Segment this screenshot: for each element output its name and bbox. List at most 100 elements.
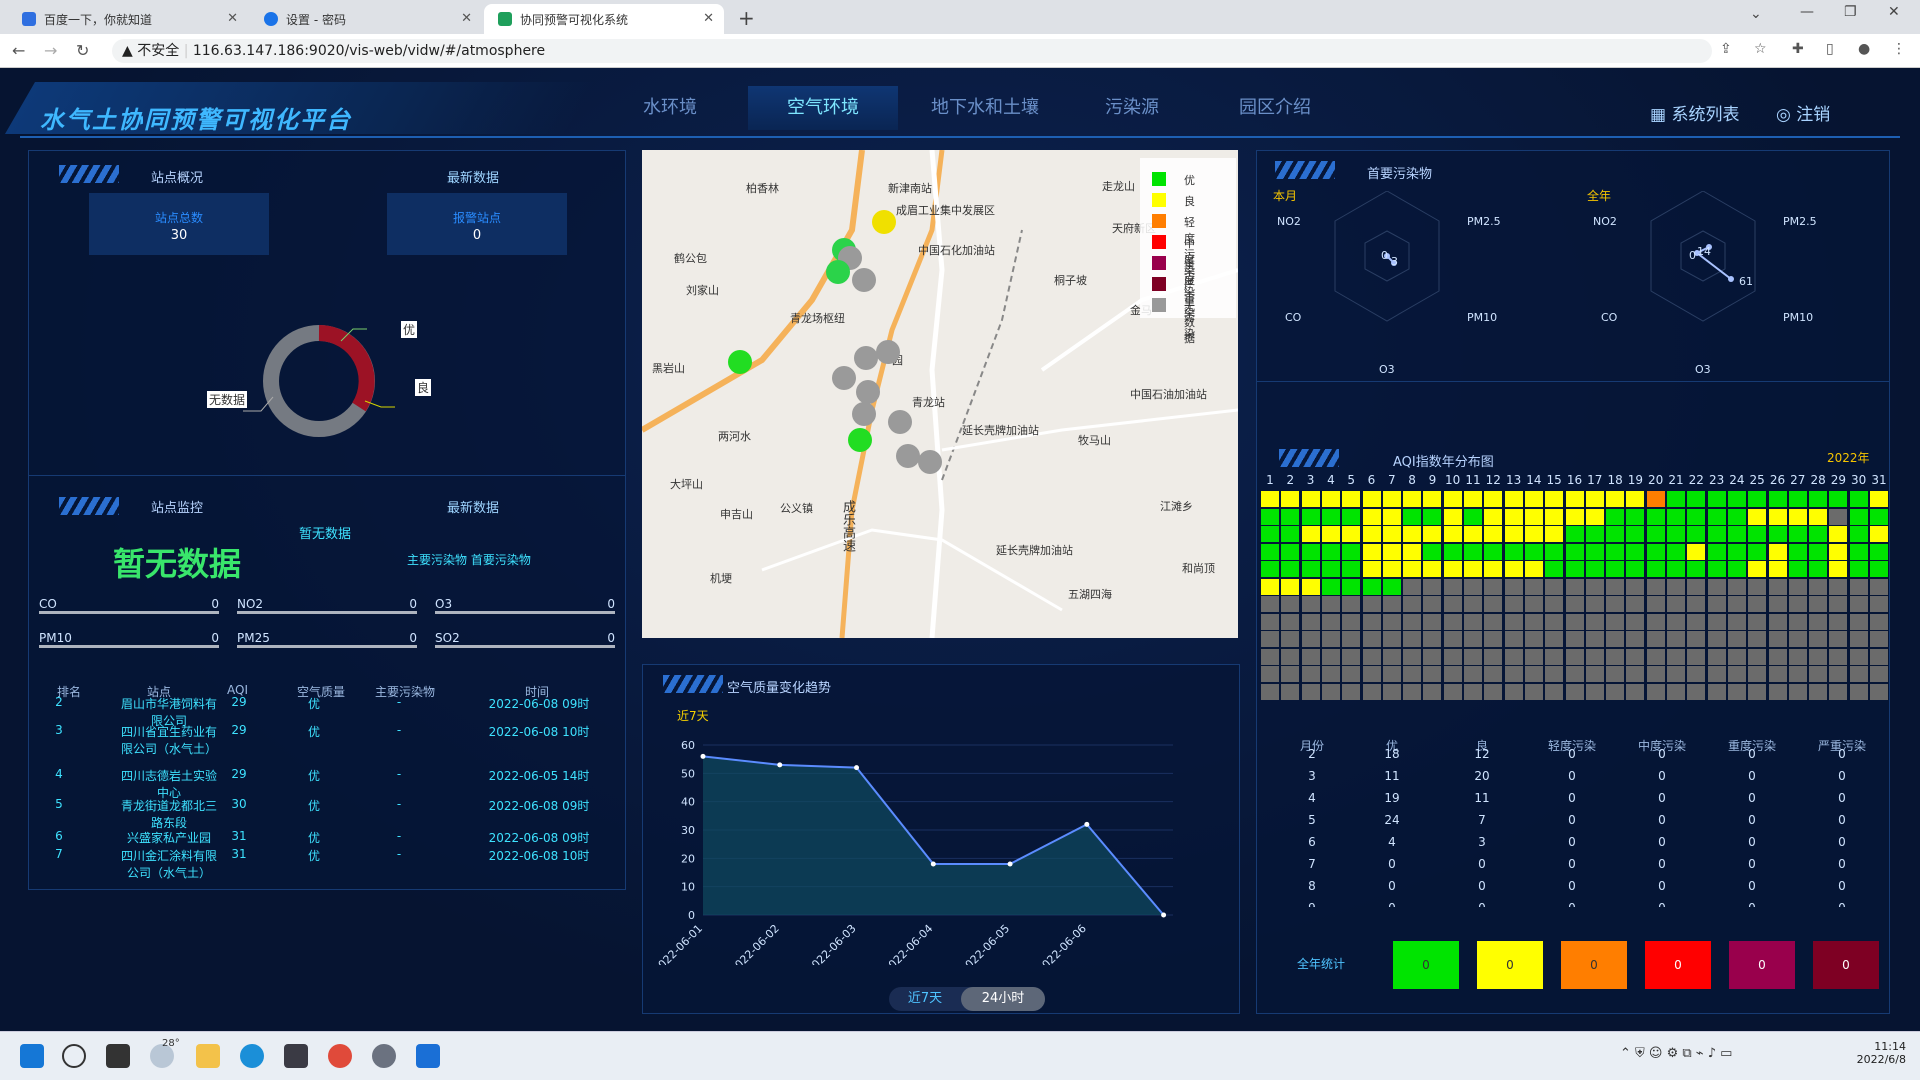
aqi-cell[interactable]	[1646, 561, 1665, 577]
aqi-cell[interactable]	[1849, 508, 1868, 525]
aqi-cell[interactable]	[1606, 491, 1625, 507]
aqi-cell[interactable]	[1707, 631, 1726, 647]
aqi-cell[interactable]	[1748, 491, 1767, 507]
aqi-cell[interactable]	[1849, 543, 1868, 560]
aqi-cell[interactable]	[1870, 491, 1888, 507]
tab-water[interactable]: 水环境	[620, 86, 720, 130]
aqi-cell[interactable]	[1524, 613, 1543, 630]
aqi-cell[interactable]	[1849, 683, 1868, 700]
aqi-cell[interactable]	[1484, 543, 1503, 560]
aqi-cell[interactable]	[1667, 648, 1685, 665]
aqi-cell[interactable]	[1829, 596, 1848, 612]
aqi-cell[interactable]	[1727, 491, 1746, 507]
aqi-cell[interactable]	[1301, 613, 1320, 630]
aqi-cell[interactable]	[1281, 648, 1300, 665]
aqi-cell[interactable]	[1524, 508, 1543, 525]
aqi-cell[interactable]	[1484, 578, 1503, 595]
close-icon[interactable]: ✕	[227, 11, 238, 26]
table-row[interactable]: 9 0 0 0 0 0 0	[1257, 901, 1889, 907]
aqi-cell[interactable]	[1788, 561, 1807, 577]
station-marker[interactable]	[728, 350, 752, 374]
aqi-cell[interactable]	[1342, 613, 1361, 630]
aqi-cell[interactable]	[1585, 543, 1604, 560]
aqi-cell[interactable]	[1870, 543, 1888, 560]
aqi-cell[interactable]	[1849, 526, 1868, 542]
aqi-cell[interactable]	[1321, 508, 1340, 525]
window-close-icon[interactable]: ✕	[1888, 4, 1900, 20]
aqi-cell[interactable]	[1829, 666, 1848, 682]
aqi-cell[interactable]	[1870, 666, 1888, 682]
aqi-cell[interactable]	[1342, 578, 1361, 595]
aqi-cell[interactable]	[1443, 508, 1462, 525]
aqi-cell[interactable]	[1707, 543, 1726, 560]
aqi-cell[interactable]	[1321, 578, 1340, 595]
aqi-cell[interactable]	[1727, 683, 1746, 700]
aqi-cell[interactable]	[1464, 666, 1482, 682]
aqi-cell[interactable]	[1504, 543, 1523, 560]
aqi-cell[interactable]	[1504, 683, 1523, 700]
btn-7d[interactable]: 近7天	[889, 987, 961, 1011]
aqi-cell[interactable]	[1565, 543, 1584, 560]
tab-park-intro[interactable]: 园区介绍	[1210, 86, 1340, 130]
aqi-cell[interactable]	[1667, 613, 1685, 630]
aqi-cell[interactable]	[1748, 578, 1767, 595]
aqi-cell[interactable]	[1646, 596, 1665, 612]
aqi-cell[interactable]	[1727, 543, 1746, 560]
aqi-cell[interactable]	[1809, 491, 1828, 507]
aqi-cell[interactable]	[1281, 596, 1300, 612]
aqi-cell[interactable]	[1301, 543, 1320, 560]
station-marker[interactable]	[888, 410, 912, 434]
aqi-cell[interactable]	[1585, 648, 1604, 665]
aqi-cell[interactable]	[1788, 543, 1807, 560]
aqi-cell[interactable]	[1464, 613, 1482, 630]
tab-groundwater-soil[interactable]: 地下水和土壤	[910, 86, 1060, 130]
aqi-cell[interactable]	[1342, 631, 1361, 647]
aqi-cell[interactable]	[1403, 543, 1422, 560]
chrome-icon[interactable]	[328, 1044, 352, 1068]
aqi-cell[interactable]	[1342, 596, 1361, 612]
aqi-cell[interactable]	[1423, 631, 1442, 647]
aqi-cell[interactable]	[1301, 508, 1320, 525]
aqi-cell[interactable]	[1342, 491, 1361, 507]
aqi-cell[interactable]	[1321, 596, 1340, 612]
aqi-cell[interactable]	[1464, 561, 1482, 577]
aqi-cell[interactable]	[1768, 543, 1787, 560]
aqi-cell[interactable]	[1870, 631, 1888, 647]
aqi-cell[interactable]	[1423, 683, 1442, 700]
aqi-cell[interactable]	[1382, 526, 1401, 542]
aqi-cell[interactable]	[1809, 648, 1828, 665]
aqi-cell[interactable]	[1423, 666, 1442, 682]
aqi-cell[interactable]	[1484, 683, 1503, 700]
aqi-cell[interactable]	[1321, 648, 1340, 665]
aqi-cell[interactable]	[1423, 578, 1442, 595]
aqi-cell[interactable]	[1484, 526, 1503, 542]
aqi-cell[interactable]	[1667, 596, 1685, 612]
aqi-cell[interactable]	[1301, 631, 1320, 647]
table-row[interactable]: 2 18 12 0 0 0 0	[1257, 747, 1889, 767]
aqi-cell[interactable]	[1524, 578, 1543, 595]
aqi-cell[interactable]	[1829, 683, 1848, 700]
aqi-cell[interactable]	[1362, 508, 1381, 525]
aqi-cell[interactable]	[1464, 491, 1482, 507]
aqi-cell[interactable]	[1687, 578, 1706, 595]
aqi-cell[interactable]	[1321, 561, 1340, 577]
table-row[interactable]: 3 11 20 0 0 0 0	[1257, 769, 1889, 789]
aqi-cell[interactable]	[1727, 508, 1746, 525]
aqi-cell[interactable]	[1443, 526, 1462, 542]
station-marker[interactable]	[848, 428, 872, 452]
aqi-cell[interactable]	[1626, 578, 1645, 595]
aqi-cell[interactable]	[1707, 508, 1726, 525]
aqi-cell[interactable]	[1565, 578, 1584, 595]
aqi-cell[interactable]	[1281, 491, 1300, 507]
aqi-cell[interactable]	[1727, 578, 1746, 595]
aqi-cell[interactable]	[1545, 561, 1564, 577]
aqi-cell[interactable]	[1423, 491, 1442, 507]
aqi-cell[interactable]	[1342, 648, 1361, 665]
aqi-cell[interactable]	[1768, 631, 1787, 647]
aqi-cell[interactable]	[1626, 666, 1645, 682]
aqi-cell[interactable]	[1626, 543, 1645, 560]
aqi-cell[interactable]	[1484, 648, 1503, 665]
aqi-cell[interactable]	[1687, 491, 1706, 507]
aqi-cell[interactable]	[1484, 508, 1503, 525]
aqi-cell[interactable]	[1403, 648, 1422, 665]
